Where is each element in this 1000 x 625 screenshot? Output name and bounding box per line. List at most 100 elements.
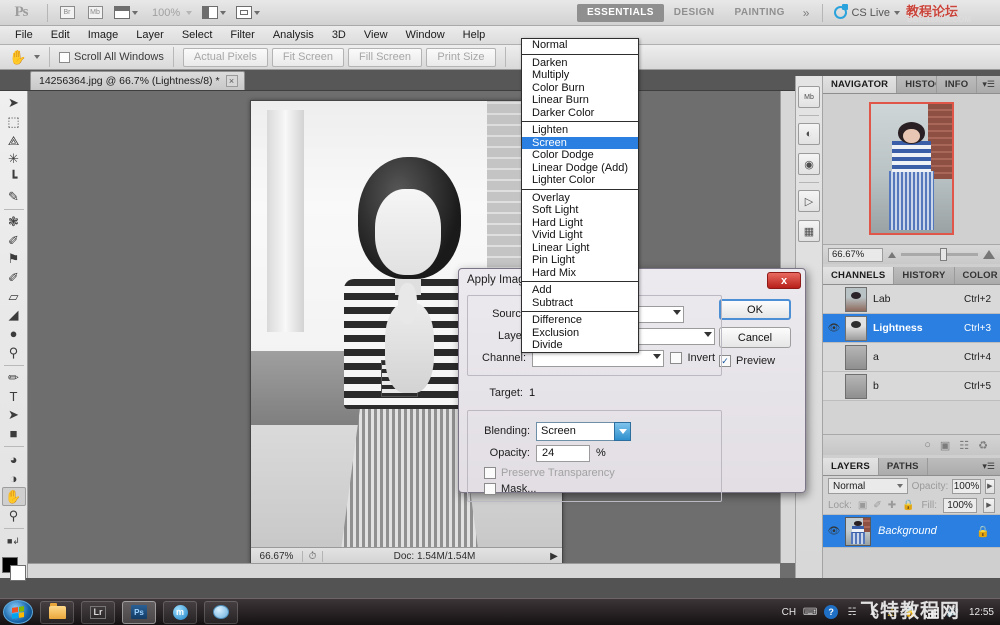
blend-item-vivid-light[interactable]: Vivid Light xyxy=(522,229,638,242)
3d-rotate-tool[interactable]: ◕ xyxy=(2,450,26,469)
history-brush-tool[interactable]: ✐ xyxy=(2,269,26,288)
view-extras-icon[interactable] xyxy=(111,3,141,23)
blend-item-darken[interactable]: Darken xyxy=(522,57,638,70)
tab-color[interactable]: COLOR xyxy=(955,267,1000,284)
menu-filter[interactable]: Filter xyxy=(221,27,263,44)
actions-icon[interactable]: ▷ xyxy=(798,190,820,212)
delete-channel-icon[interactable]: ♻ xyxy=(978,439,988,452)
menu-view[interactable]: View xyxy=(355,27,397,44)
fill-stepper-icon[interactable]: ▶ xyxy=(983,498,995,513)
clone-stamp-tool[interactable]: ⚑ xyxy=(2,250,26,269)
status-menu-arrow-icon[interactable]: ▶ xyxy=(546,551,562,562)
menu-select[interactable]: Select xyxy=(173,27,222,44)
blend-item-linear-light[interactable]: Linear Light xyxy=(522,242,638,255)
help-icon[interactable]: ? xyxy=(824,605,838,619)
blend-item-color-dodge[interactable]: Color Dodge xyxy=(522,149,638,162)
menu-3d[interactable]: 3D xyxy=(323,27,355,44)
blend-item-lighter-color[interactable]: Lighter Color xyxy=(522,174,638,187)
mini-bridge-icon[interactable]: Mb xyxy=(798,86,820,108)
chevron-down-icon[interactable] xyxy=(614,422,631,441)
navigator-zoom-slider[interactable] xyxy=(901,253,978,256)
tab-navigator[interactable]: NAVIGATOR xyxy=(823,76,897,93)
tab-histogram[interactable]: HISTOGRAM xyxy=(897,76,937,93)
workspace-more-icon[interactable]: » xyxy=(795,6,818,20)
screen-mode-icon[interactable] xyxy=(233,3,263,23)
fill-screen-button[interactable]: Fill Screen xyxy=(348,48,422,67)
tab-layers[interactable]: LAYERS xyxy=(823,458,879,475)
opacity-stepper-icon[interactable]: ▶ xyxy=(985,479,995,494)
menu-window[interactable]: Window xyxy=(397,27,454,44)
blend-item-pin-light[interactable]: Pin Light xyxy=(522,254,638,267)
lock-position-icon[interactable]: ✚ xyxy=(888,500,896,511)
panel-menu-icon[interactable]: ▾☰ xyxy=(977,76,1000,93)
blend-item-soft-light[interactable]: Soft Light xyxy=(522,204,638,217)
panel-menu-icon[interactable]: ▾☰ xyxy=(977,458,1000,475)
maxthon-taskbar-button[interactable]: m xyxy=(163,601,197,624)
adjustments-icon[interactable]: ◐ xyxy=(798,123,820,145)
quick-selection-tool[interactable]: ✳ xyxy=(2,150,26,169)
close-icon[interactable]: x xyxy=(767,272,801,289)
blend-item-overlay[interactable]: Overlay xyxy=(522,192,638,205)
invert-checkbox[interactable]: Invert xyxy=(670,352,715,364)
spot-healing-brush-tool[interactable]: ❃ xyxy=(2,213,26,232)
visibility-icon[interactable]: 👁 xyxy=(823,323,845,334)
layer-opacity-input[interactable]: 100% xyxy=(952,479,980,494)
bridge-icon[interactable] xyxy=(55,3,79,23)
marquee-tool[interactable]: ⬚ xyxy=(2,113,26,132)
zoom-level-dropdown[interactable]: 100% xyxy=(145,3,195,23)
zoom-tool[interactable]: ⚲ xyxy=(2,506,26,525)
channel-row-lightness[interactable]: 👁 Lightness Ctrl+3 xyxy=(823,314,1000,343)
canvas-horizontal-scrollbar[interactable] xyxy=(28,563,780,578)
blend-item-difference[interactable]: Difference xyxy=(522,314,638,327)
blend-item-color-burn[interactable]: Color Burn xyxy=(522,82,638,95)
navigator-zoom-input[interactable]: 66.67% xyxy=(828,248,883,262)
navigator-thumbnail[interactable] xyxy=(869,102,954,235)
blend-item-screen[interactable]: Screen xyxy=(522,137,638,150)
blend-item-subtract[interactable]: Subtract xyxy=(522,297,638,310)
rectangle-tool[interactable]: ■ xyxy=(2,425,26,444)
blend-item-linear-burn[interactable]: Linear Burn xyxy=(522,94,638,107)
layer-blend-mode-select[interactable]: Normal xyxy=(828,478,908,494)
blend-item-multiply[interactable]: Multiply xyxy=(522,69,638,82)
menu-layer[interactable]: Layer xyxy=(127,27,173,44)
slider-handle[interactable] xyxy=(940,248,947,261)
blend-item-normal[interactable]: Normal xyxy=(522,39,638,52)
document-info-icon[interactable]: ⏱ xyxy=(303,551,323,562)
menu-file[interactable]: File xyxy=(6,27,42,44)
blend-item-hard-light[interactable]: Hard Light xyxy=(522,217,638,230)
ime-indicator[interactable]: CH xyxy=(782,607,796,618)
channel-row-a[interactable]: a Ctrl+4 xyxy=(823,343,1000,372)
tab-info[interactable]: INFO xyxy=(937,76,978,93)
brush-tool[interactable]: ✐ xyxy=(2,231,26,250)
quick-mask-icon[interactable]: ■↲ xyxy=(2,532,26,551)
blur-tool[interactable]: ● xyxy=(2,325,26,344)
move-tool[interactable]: ➤ xyxy=(2,94,26,113)
arrange-documents-icon[interactable] xyxy=(199,3,229,23)
channel-row-b[interactable]: b Ctrl+5 xyxy=(823,372,1000,401)
blend-item-darker-color[interactable]: Darker Color xyxy=(522,107,638,120)
opacity-input[interactable]: 24 xyxy=(536,445,590,462)
create-new-channel-icon[interactable]: ☷ xyxy=(959,439,969,452)
menu-edit[interactable]: Edit xyxy=(42,27,79,44)
tab-channels[interactable]: CHANNELS xyxy=(823,267,894,284)
type-tool[interactable]: T xyxy=(2,387,26,406)
color-swatches[interactable] xyxy=(2,557,26,578)
visibility-icon[interactable]: 👁 xyxy=(823,526,845,537)
photoshop-taskbar-button[interactable]: Ps xyxy=(122,601,156,624)
document-tab[interactable]: 14256364.jpg @ 66.7% (Lightness/8) * × xyxy=(30,71,245,90)
save-selection-as-channel-icon[interactable]: ▣ xyxy=(940,439,950,452)
scroll-all-windows-checkbox[interactable]: Scroll All Windows xyxy=(59,51,164,63)
blend-item-add[interactable]: Add xyxy=(522,284,638,297)
background-color-swatch[interactable] xyxy=(10,565,26,581)
tool-preset-chevron-down-icon[interactable] xyxy=(34,55,40,59)
ime-options-icon[interactable]: ☵ xyxy=(845,606,859,619)
fit-screen-button[interactable]: Fit Screen xyxy=(272,48,344,67)
hand-tool[interactable]: ✋ xyxy=(2,487,26,506)
paint-bucket-tool[interactable]: ◢ xyxy=(2,306,26,325)
menu-analysis[interactable]: Analysis xyxy=(264,27,323,44)
lock-transparent-pixels-icon[interactable]: ▣ xyxy=(858,500,867,511)
eraser-tool[interactable]: ▱ xyxy=(2,287,26,306)
blend-item-hard-mix[interactable]: Hard Mix xyxy=(522,267,638,280)
menu-help[interactable]: Help xyxy=(454,27,495,44)
lock-all-icon[interactable]: 🔒 xyxy=(902,500,914,511)
